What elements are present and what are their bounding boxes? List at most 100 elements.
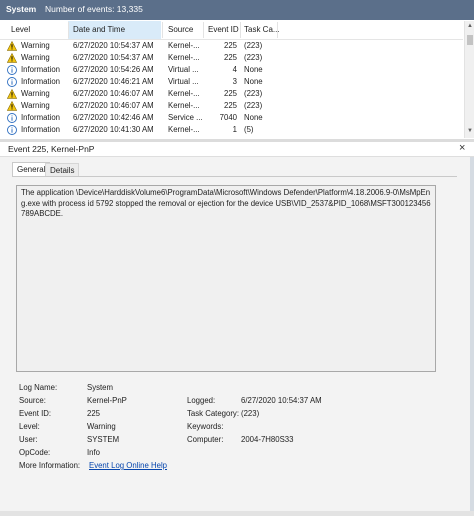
- logged-value: 6/27/2020 10:54:37 AM: [241, 396, 322, 405]
- row-event-id: 225: [223, 89, 237, 98]
- column-header-level[interactable]: Level: [11, 25, 30, 34]
- row-event-id: 7040: [219, 113, 237, 122]
- event-id-label: Event ID:: [19, 409, 52, 418]
- keywords-label: Keywords:: [187, 422, 224, 431]
- log-header-bar: System Number of events: 13,335: [0, 0, 474, 20]
- table-row[interactable]: Warning 6/27/2020 10:46:07 AM Kernel-...…: [0, 88, 463, 100]
- column-header-date[interactable]: Date and Time: [73, 25, 125, 34]
- row-date: 6/27/2020 10:46:07 AM: [73, 89, 154, 98]
- tab-details[interactable]: Details: [45, 163, 80, 177]
- source-value: Kernel-PnP: [87, 396, 127, 405]
- row-level: Warning: [21, 101, 50, 110]
- row-task-category: (223): [244, 101, 263, 110]
- row-source: Kernel-...: [168, 125, 200, 134]
- column-header-task-category[interactable]: Task Ca...: [244, 25, 280, 34]
- row-source: Kernel-...: [168, 89, 200, 98]
- event-message-box[interactable]: The application \Device\HarddiskVolume6\…: [16, 185, 436, 372]
- row-date: 6/27/2020 10:46:21 AM: [73, 77, 154, 86]
- row-source: Service ...: [168, 113, 203, 122]
- grid-header: Level Date and Time Source Event ID Task…: [0, 21, 463, 40]
- warning-icon: [7, 53, 17, 63]
- row-event-id: 4: [232, 65, 237, 74]
- row-level: Information: [21, 125, 61, 134]
- row-task-category: None: [244, 113, 263, 122]
- user-value: SYSTEM: [87, 435, 120, 444]
- row-event-id: 225: [223, 101, 237, 110]
- row-task-category: (223): [244, 53, 263, 62]
- right-edge-strip: [470, 157, 474, 516]
- row-level: Information: [21, 77, 61, 86]
- column-header-source[interactable]: Source: [168, 25, 193, 34]
- row-task-category: (223): [244, 41, 263, 50]
- bottom-edge-strip: [0, 511, 474, 516]
- row-level: Information: [21, 113, 61, 122]
- warning-icon: [7, 89, 17, 99]
- column-separator[interactable]: [240, 22, 241, 38]
- row-event-id: 1: [232, 125, 237, 134]
- row-date: 6/27/2020 10:41:30 AM: [73, 125, 154, 134]
- event-details-pane: General Details The application \Device\…: [0, 157, 470, 516]
- warning-icon: [7, 101, 17, 111]
- table-row[interactable]: Warning 6/27/2020 10:54:37 AM Kernel-...…: [0, 40, 463, 52]
- computer-label: Computer:: [187, 435, 224, 444]
- row-level: Information: [21, 65, 61, 74]
- row-date: 6/27/2020 10:54:37 AM: [73, 41, 154, 50]
- event-count: Number of events: 13,335: [45, 4, 143, 14]
- row-level: Warning: [21, 41, 50, 50]
- source-label: Source:: [19, 396, 46, 405]
- level-value: Warning: [87, 422, 116, 431]
- table-row[interactable]: Warning 6/27/2020 10:46:07 AM Kernel-...…: [0, 100, 463, 112]
- row-task-category: None: [244, 65, 263, 74]
- grid-scrollbar[interactable]: ▲ ▼: [464, 21, 474, 138]
- row-source: Virtual ...: [168, 65, 199, 74]
- events-grid[interactable]: Level Date and Time Source Event ID Task…: [0, 21, 463, 138]
- column-separator[interactable]: [162, 22, 163, 38]
- info-icon: [7, 125, 17, 135]
- level-label: Level:: [19, 422, 40, 431]
- info-icon: [7, 65, 17, 75]
- column-separator[interactable]: [68, 22, 69, 38]
- row-task-category: None: [244, 77, 263, 86]
- table-row[interactable]: Information 6/27/2020 10:41:30 AM Kernel…: [0, 124, 463, 136]
- row-date: 6/27/2020 10:54:26 AM: [73, 65, 154, 74]
- event-log-online-help-link[interactable]: Event Log Online Help: [89, 461, 167, 470]
- more-info-label: More Information:: [19, 461, 81, 470]
- row-date: 6/27/2020 10:54:37 AM: [73, 53, 154, 62]
- table-row[interactable]: Information 6/27/2020 10:46:21 AM Virtua…: [0, 76, 463, 88]
- computer-value: 2004-7H80S33: [241, 435, 294, 444]
- row-date: 6/27/2020 10:46:07 AM: [73, 101, 154, 110]
- user-label: User:: [19, 435, 38, 444]
- scroll-down-icon[interactable]: ▼: [465, 126, 474, 136]
- opcode-label: OpCode:: [19, 448, 51, 457]
- table-row[interactable]: Information 6/27/2020 10:54:26 AM Virtua…: [0, 64, 463, 76]
- column-separator[interactable]: [277, 22, 278, 38]
- row-level: Warning: [21, 89, 50, 98]
- row-task-category: (223): [244, 89, 263, 98]
- log-name-label: Log Name:: [19, 383, 58, 392]
- table-row[interactable]: Information 6/27/2020 10:42:46 AM Servic…: [0, 112, 463, 124]
- opcode-value: Info: [87, 448, 101, 457]
- scrollbar-thumb[interactable]: [467, 35, 473, 45]
- column-header-event-id[interactable]: Event ID: [208, 25, 239, 34]
- event-details-title: Event 225, Kernel-PnP: [8, 144, 95, 154]
- table-row[interactable]: Warning 6/27/2020 10:54:37 AM Kernel-...…: [0, 52, 463, 64]
- event-rows: Warning 6/27/2020 10:54:37 AM Kernel-...…: [0, 40, 463, 136]
- row-event-id: 3: [232, 77, 237, 86]
- column-separator[interactable]: [203, 22, 204, 38]
- row-source: Kernel-...: [168, 41, 200, 50]
- log-title: System: [6, 4, 37, 14]
- row-task-category: (5): [244, 125, 254, 134]
- row-source: Kernel-...: [168, 101, 200, 110]
- row-level: Warning: [21, 53, 50, 62]
- logged-label: Logged:: [187, 396, 216, 405]
- task-category-label: Task Category:: [187, 409, 240, 418]
- row-source: Kernel-...: [168, 53, 200, 62]
- log-name-value: System: [87, 383, 113, 392]
- task-category-value: (223): [241, 409, 260, 418]
- scroll-up-icon[interactable]: ▲: [465, 21, 474, 31]
- event-id-value: 225: [87, 409, 101, 418]
- warning-icon: [7, 41, 17, 51]
- row-date: 6/27/2020 10:42:46 AM: [73, 113, 154, 122]
- close-icon[interactable]: ×: [459, 142, 465, 154]
- event-message-text: The application \Device\HarddiskVolume6\…: [21, 188, 431, 218]
